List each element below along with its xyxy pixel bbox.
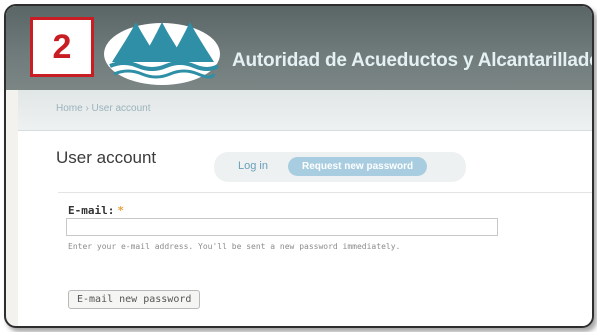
divider (58, 192, 592, 193)
content-area: Home › User account User account Log in … (18, 90, 592, 326)
site-header: 2 Autoridad de Acueductos y Alcantarilla… (6, 6, 592, 90)
breadcrumb[interactable]: Home › User account (56, 103, 150, 114)
email-new-password-button[interactable]: E-mail new password (68, 290, 201, 309)
breadcrumb-bar: Home › User account (18, 90, 592, 131)
step-number-badge: 2 (30, 17, 94, 77)
email-label: E-mail: * (68, 204, 124, 217)
email-help-text: Enter your e-mail address. You'll be sen… (68, 242, 401, 251)
required-mark: * (117, 204, 124, 217)
site-title: Autoridad de Acueductos y Alcantarillado… (232, 50, 594, 71)
email-label-text: E-mail: (68, 204, 115, 217)
water-drops-logo-icon[interactable] (104, 16, 222, 86)
tab-log-in[interactable]: Log in (238, 160, 268, 172)
screenshot-frame: 2 Autoridad de Acueductos y Alcantarilla… (4, 4, 594, 328)
account-tabs: Log in Request new password (214, 152, 466, 182)
tab-request-new-password[interactable]: Request new password (288, 157, 428, 176)
email-field[interactable] (66, 218, 498, 236)
page-title: User account (56, 148, 157, 167)
step-number: 2 (52, 27, 72, 66)
